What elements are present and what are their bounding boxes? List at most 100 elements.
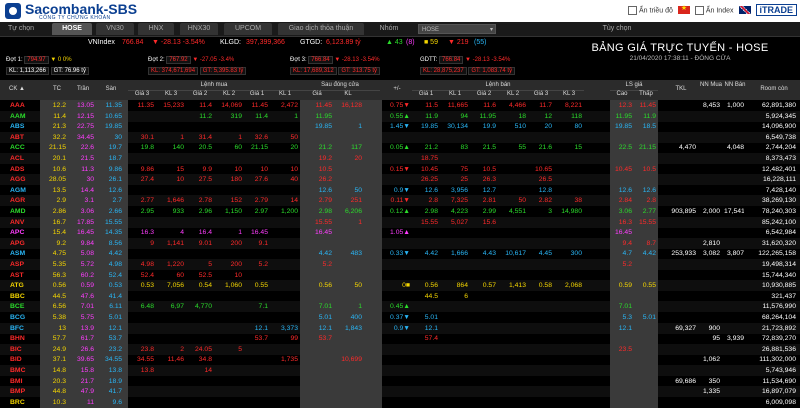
cell-nb: [724, 164, 744, 175]
cell-a1: 12.1: [424, 324, 438, 332]
gdtt-gt: GT: 1,083.74 tỷ: [468, 67, 516, 75]
cell-nb: [724, 153, 744, 164]
ref-count: ■ 59: [424, 39, 438, 46]
cell-ak2: 50: [518, 197, 526, 205]
cell-tkl: 69,327: [675, 324, 696, 332]
cell-b2: 5: [208, 261, 212, 268]
cell-sn: 41.4: [108, 292, 122, 300]
cell-b1: [244, 185, 268, 196]
cell-ak3: [554, 291, 582, 302]
cell-kl: 6,206: [344, 208, 362, 215]
cell-k1: [270, 397, 298, 408]
tab-upcom[interactable]: UPCOM: [224, 23, 272, 35]
cell-a3: 3: [548, 208, 552, 215]
cell-b1: 5.2: [258, 261, 268, 268]
cell-sn: 26.1: [108, 176, 122, 184]
table-row[interactable]: AAA 12.2 13.05 11.35 11.35 15,233 11.4 14,069 11…: [0, 100, 800, 111]
uk-flag-icon[interactable]: [738, 6, 751, 14]
cell-room: 19,498,314: [761, 261, 796, 268]
table-row[interactable]: BHN 57.7 61.7 53.7 53.7 99 53.7 57.4 95 3,939 72,8…: [0, 333, 800, 345]
table-row[interactable]: BBC 44.5 47.6 41.4 44.5 6 321,437: [0, 290, 800, 302]
cell-sn: 18.7: [108, 155, 122, 162]
table-row[interactable]: AST 56.3 60.2 52.4 52.4 60 52.5 10 15,744,340: [0, 269, 800, 281]
table-row[interactable]: APG 9.2 9.84 8.56 9 1,141 9.01 200 9.1 9.4 8.7 2,81…: [0, 237, 800, 249]
tab-hnx30[interactable]: HNX30: [180, 23, 218, 35]
top-right-controls: Ẩn triều đô Ẩn Index iTRADE: [628, 4, 797, 16]
table-row[interactable]: AGM 13.5 14.4 12.6 12.6 50 0.9▼ 12.6 3,956 12.7 12…: [0, 184, 800, 196]
table-row[interactable]: BMC 14.8 15.8 13.8 13.8 14 5,743,946: [0, 365, 800, 376]
tab-hose[interactable]: HOSE: [52, 23, 92, 35]
table-row[interactable]: APC 15.4 16.45 14.35 16.3 4 16.4 1 16.45 16.45 1.0…: [0, 227, 800, 239]
table-row[interactable]: BMP 44.8 47.9 41.7 1,335 16,897,079: [0, 386, 800, 398]
table-row[interactable]: ABS 21.3 22.75 19.85 19.85 1 1.45▼ 19.85 30,134 1…: [0, 121, 800, 133]
table-row[interactable]: BIC 24.9 26.6 23.2 23.8 2 24.05 5 23.5 26,881,536: [0, 343, 800, 355]
table-row[interactable]: BID 37.1 39.65 34.55 34.55 11,46 34.8 1,735 10,6…: [0, 354, 800, 366]
cell-p: [300, 132, 332, 143]
cell-sn: 15.55: [104, 218, 122, 226]
cell-tc: 16.7: [52, 218, 66, 226]
hide-trade-toggle[interactable]: Ẩn triều đô: [628, 5, 673, 15]
table-row[interactable]: ACL 20.1 21.5 18.7 19.2 20 18.75 8,373,473: [0, 153, 800, 164]
cell-k3: [156, 376, 184, 387]
cell-a3: 20: [544, 123, 552, 131]
table-row[interactable]: ABT 32.2 34.45 30 30.1 1 31.4 1 32.6 50 6,549,738: [0, 131, 800, 143]
cell-a1: 18.75: [420, 155, 438, 162]
cell-ak1: 1,666: [450, 250, 468, 258]
cell-p: 15.55: [314, 218, 332, 226]
col-sell-gia1: Giá 1: [418, 91, 434, 97]
table-row[interactable]: ANV 16.7 17.85 15.55 15.55 1 15.55 5,027 15.6 16.…: [0, 216, 800, 228]
table-row[interactable]: AAM 11.4 12.15 10.65 11.2 319 11.4 1 11.95 0.55▲ 1…: [0, 110, 800, 122]
itrade-logo[interactable]: iTRADE: [755, 4, 797, 16]
cell-room: 321,437: [771, 292, 796, 300]
cell-nm: 1,062: [702, 356, 720, 364]
vietnam-flag-icon[interactable]: [677, 4, 690, 14]
table-row[interactable]: ATG 0.56 0.59 0.53 0.53 7,056 0.54 1,060 0.55 0.5…: [0, 280, 800, 292]
table-row[interactable]: BMI 20.3 21.7 18.9 69,686 350 11,534,690: [0, 375, 800, 387]
cell-k2: 5: [238, 345, 242, 353]
tab-nhom[interactable]: Nhóm: [370, 23, 408, 35]
cell-k2: 1,150: [224, 208, 242, 215]
cell-ak1: [440, 301, 468, 312]
brand-logo[interactable]: Sacombank-SBS CÔNG TY CHỨNG KHOÁN: [3, 1, 143, 21]
tab-hnx[interactable]: HNX: [138, 23, 174, 35]
cell-hi: 16.45: [614, 229, 632, 237]
cell-nb: [724, 376, 744, 387]
table-row[interactable]: ASM 4.75 5.08 4.42 4.42 483 0.33▼ 4.42 1,666 4.43…: [0, 248, 800, 260]
cell-room: 14,096,900: [761, 123, 796, 131]
cell-p: [300, 354, 332, 365]
table-row[interactable]: BCG 5.38 5.75 5.01 5.01 400 0.37▼ 5.01 5.3 5.01 68…: [0, 312, 800, 323]
cell-k2: 200: [230, 239, 242, 247]
cell-k2: 10: [234, 271, 242, 279]
tab-giao-dich-thoa-thuan[interactable]: Giao dịch thỏa thuận: [278, 23, 364, 35]
table-row[interactable]: AGR 2.9 3.1 2.7 2.77 1,646 2.78 152 2.79 14 2.79 25…: [0, 195, 800, 207]
cell-a2: [470, 238, 496, 249]
cell-lo: [634, 174, 656, 185]
hide-index-toggle[interactable]: Ẩn Index: [694, 5, 734, 15]
cell-tc: 57.7: [52, 335, 66, 343]
table-row[interactable]: AGG 28.05 30 26.1 27.4 10 27.5 180 27.6 40 26.2 26.…: [0, 174, 800, 186]
cell-sn: 41.7: [108, 388, 122, 396]
tab-vn30[interactable]: VN30: [96, 23, 134, 35]
cell-k1: [270, 365, 298, 376]
cell-b3: 0.53: [140, 282, 154, 290]
table-row[interactable]: ADS 10.6 11.3 9.86 9.86 15 9.9 10 10 10 10.5 0.15▼ 1…: [0, 163, 800, 175]
table-row[interactable]: BFC 13 13.9 12.1 12.1 3,373 12.1 1,843 0.9▼ 12.1 1…: [0, 322, 800, 334]
cell-tr: 16.45: [76, 229, 94, 237]
tab-tuy-chon[interactable]: Tùy chọn: [598, 23, 636, 35]
cell-p: 11.95: [315, 112, 332, 120]
cell-b1: [244, 365, 268, 376]
col-ck[interactable]: CK ▲: [2, 85, 32, 94]
table-row[interactable]: ACC 21.15 22.6 19.7 19.8 140 20.5 60 21.15 20 21.2…: [0, 142, 800, 154]
cell-tc: 13: [58, 324, 66, 332]
table-row[interactable]: BRC 10.3 11 9.6 6,009,098: [0, 396, 800, 408]
cell-p: [300, 397, 332, 408]
tab-tu-chon[interactable]: Tự chọn: [2, 23, 40, 35]
table-row[interactable]: BCE 6.56 7.01 6.11 6.48 6,97 4,770 7.1 7.01 1 0.45…: [0, 301, 800, 313]
vnindex-label: VNIndex: [88, 39, 115, 46]
table-row[interactable]: ASP 5.35 5.72 4.98 4.98 1,220 5 200 5.2 5.2 5.2 19,…: [0, 259, 800, 270]
cell-tkl: [664, 344, 696, 355]
cell-tc: 44.5: [52, 292, 66, 300]
cell-kl: 483: [350, 250, 362, 258]
group-select[interactable]: HOSE ▾: [418, 24, 496, 34]
table-row[interactable]: AMD 2.86 3.06 2.66 2.95 933 2.96 1,150 2.97 1,200…: [0, 206, 800, 217]
